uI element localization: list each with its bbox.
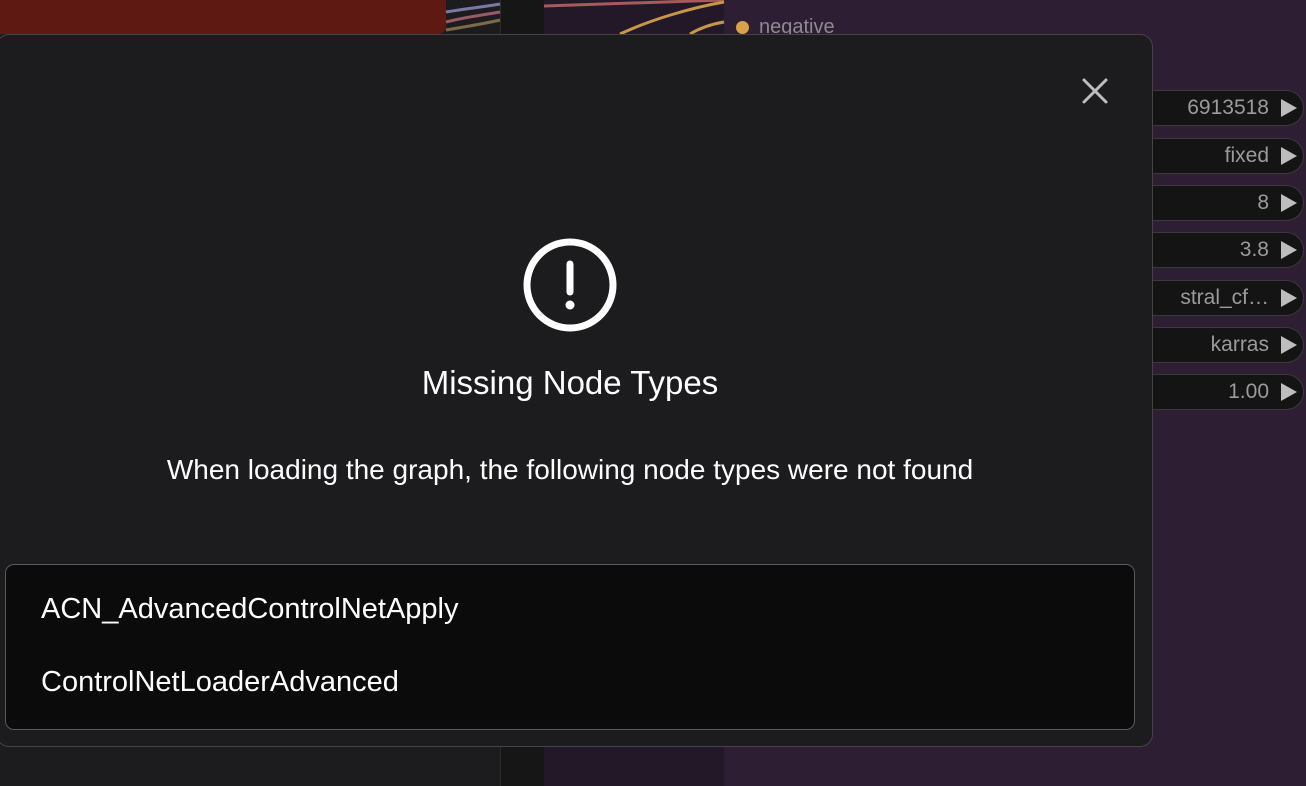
missing-node-item: ControlNetLoaderAdvanced: [41, 666, 399, 698]
dialog-title: Missing Node Types: [421, 364, 719, 401]
missing-nodes-list: ACN_AdvancedControlNetApply ControlNetLo…: [5, 564, 1135, 730]
arrow-right-icon[interactable]: [1281, 194, 1297, 212]
widget-sampler-value: stral_cf…: [1180, 286, 1269, 309]
widget-control-value: fixed: [1224, 144, 1269, 167]
missing-node-item: ACN_AdvancedControlNetApply: [41, 593, 459, 625]
widget-denoise-value: 1.00: [1228, 380, 1269, 403]
arrow-right-icon[interactable]: [1281, 99, 1297, 117]
widget-steps-value: 8: [1257, 191, 1269, 214]
dialog-message: When loading the graph, the following no…: [166, 454, 974, 485]
close-icon[interactable]: [1080, 74, 1110, 108]
arrow-right-icon[interactable]: [1281, 289, 1297, 307]
canvas: negative 6913518 fixed 8 3.8 stral_cf… k…: [0, 0, 1306, 786]
exclamation-circle-icon: [523, 238, 617, 332]
arrow-right-icon[interactable]: [1281, 147, 1297, 165]
arrow-right-icon[interactable]: [1281, 336, 1297, 354]
widget-cfg-value: 3.8: [1239, 238, 1269, 261]
widget-scheduler-value: karras: [1210, 333, 1269, 356]
arrow-right-icon[interactable]: [1281, 241, 1297, 259]
widget-seed-value: 6913518: [1187, 96, 1269, 119]
arrow-right-icon[interactable]: [1281, 383, 1297, 401]
input-dot-icon: [736, 21, 749, 34]
